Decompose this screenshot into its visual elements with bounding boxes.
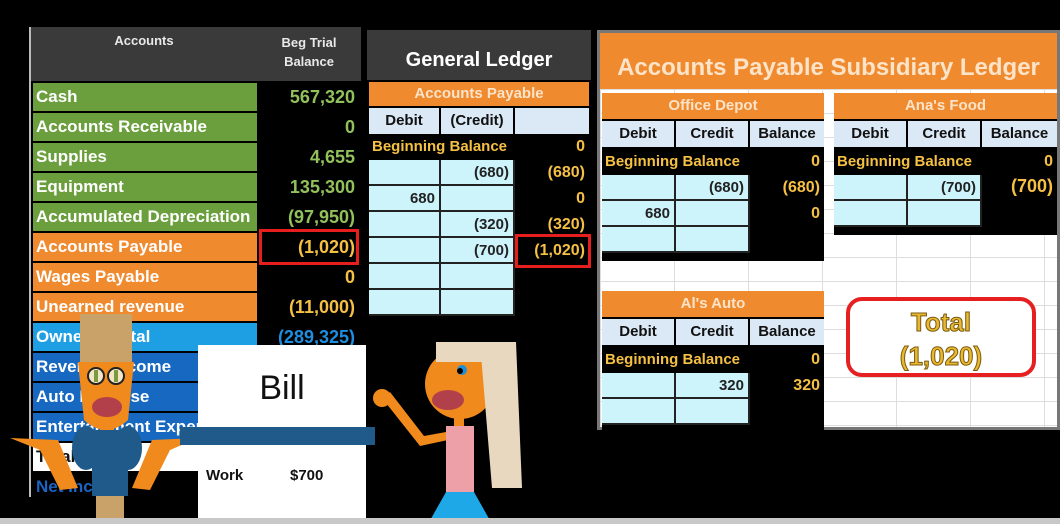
man-shirt [92, 430, 128, 496]
trial-balance-header: Accounts Beg Trial Balance [31, 27, 361, 81]
tb-row-cash[interactable]: Cash 567,320 [33, 83, 359, 113]
gl-debit-cell[interactable] [369, 212, 441, 238]
account-name: Ana's Food [834, 93, 1057, 119]
account-name: Al's Auto [602, 291, 824, 317]
highlight-box-ap-balance [259, 229, 359, 265]
balance-cell: 320 [793, 377, 820, 394]
debit-cell[interactable] [602, 399, 676, 425]
general-ledger: General Ledger Accounts Payable Debit (C… [367, 30, 591, 320]
col-debit: Debit [602, 121, 676, 147]
gl-beginning-label: Beginning Balance [372, 138, 508, 155]
credit-cell[interactable] [908, 201, 982, 227]
bill-amount: $700 [290, 467, 324, 484]
debit-cell[interactable] [602, 373, 676, 399]
total-callout: Total (1,020) [846, 297, 1036, 377]
credit-cell[interactable]: 320 [676, 373, 750, 399]
gl-credit-cell[interactable] [441, 264, 515, 290]
credit-cell[interactable] [676, 399, 750, 425]
subsidiary-title: Accounts Payable Subsidiary Ledger [600, 33, 1057, 89]
gl-credit-cell[interactable]: (320) [441, 212, 515, 238]
balance-cell: (680) [782, 179, 820, 196]
col-credit: Credit [676, 319, 750, 345]
man-mouth [92, 397, 122, 417]
woman-dress-top [446, 426, 474, 492]
col-balance: Balance [750, 319, 824, 345]
gl-credit-cell[interactable] [441, 290, 515, 316]
col-balance: Balance [982, 121, 1057, 147]
credit-cell[interactable]: (680) [676, 175, 750, 201]
gl-credit-cell[interactable]: (680) [441, 160, 515, 186]
bill-title: Bill [259, 369, 305, 407]
gl-debit-cell[interactable] [369, 160, 441, 186]
beginning-value: 0 [811, 351, 820, 368]
gl-debit-cell[interactable] [369, 264, 441, 290]
debit-cell[interactable] [834, 175, 908, 201]
video-progress-bar[interactable] [0, 518, 1060, 524]
col-balance: Balance [750, 121, 824, 147]
header-accounts: Accounts [114, 33, 174, 48]
gl-balance-cell: 0 [576, 190, 585, 207]
general-ledger-title: General Ledger [367, 30, 591, 80]
beginning-label: Beginning Balance [605, 351, 741, 368]
bill-item: Work [206, 467, 244, 484]
general-ledger-account: Accounts Payable [369, 82, 589, 106]
col-credit: Credit [908, 121, 982, 147]
total-value: (1,020) [899, 341, 983, 372]
man-hat [80, 314, 132, 368]
highlight-box-gl-balance [515, 234, 591, 268]
balance-cell: (700) [1010, 176, 1053, 196]
debit-cell[interactable] [602, 227, 676, 253]
col-debit: Debit [602, 319, 676, 345]
beginning-label: Beginning Balance [605, 153, 741, 170]
total-label: Total [910, 307, 972, 338]
credit-cell[interactable]: (700) [908, 175, 982, 201]
gl-col-credit: (Credit) [441, 108, 515, 134]
gl-col-balance [515, 108, 589, 134]
gl-debit-cell[interactable] [369, 290, 441, 316]
debit-cell[interactable] [602, 175, 676, 201]
tb-row-supplies[interactable]: Supplies 4,655 [33, 143, 359, 173]
character-man-illustration [10, 314, 198, 524]
debit-cell[interactable]: 680 [602, 201, 676, 227]
beginning-value: 0 [1044, 153, 1053, 170]
balance-cell: 0 [811, 205, 820, 222]
beginning-label: Beginning Balance [837, 153, 973, 170]
col-credit: Credit [676, 121, 750, 147]
tb-row-equipment[interactable]: Equipment 135,300 [33, 173, 359, 203]
col-debit: Debit [834, 121, 908, 147]
arrow-pointer-icon [180, 427, 375, 445]
sub-account-als-auto: Al's Auto Debit Credit Balance Beginning… [602, 291, 824, 433]
account-name: Office Depot [602, 93, 824, 119]
sub-account-anas-food: Ana's Food Debit Credit Balance Beginnin… [834, 93, 1057, 235]
gl-debit-cell[interactable]: 680 [369, 186, 441, 212]
header-beg-balance: Beg Trial Balance [281, 35, 337, 69]
tb-row-wages-payable[interactable]: Wages Payable 0 [33, 263, 359, 293]
tb-row-accounts-receivable[interactable]: Accounts Receivable 0 [33, 113, 359, 143]
credit-cell[interactable] [676, 201, 750, 227]
gl-beginning-value: 0 [576, 138, 585, 155]
character-woman-illustration [373, 342, 522, 524]
gl-debit-cell[interactable] [369, 238, 441, 264]
sub-account-office-depot: Office Depot Debit Credit Balance Beginn… [602, 93, 824, 261]
debit-cell[interactable] [834, 201, 908, 227]
beginning-value: 0 [811, 153, 820, 170]
woman-hair [480, 342, 522, 488]
woman-mouth [432, 390, 464, 410]
gl-credit-cell[interactable]: (700) [441, 238, 515, 264]
gl-balance-cell: (680) [547, 164, 585, 181]
man-head [78, 362, 134, 430]
gl-credit-cell[interactable] [441, 186, 515, 212]
gl-col-debit: Debit [369, 108, 441, 134]
man-arm-left [10, 438, 78, 490]
credit-cell[interactable] [676, 227, 750, 253]
